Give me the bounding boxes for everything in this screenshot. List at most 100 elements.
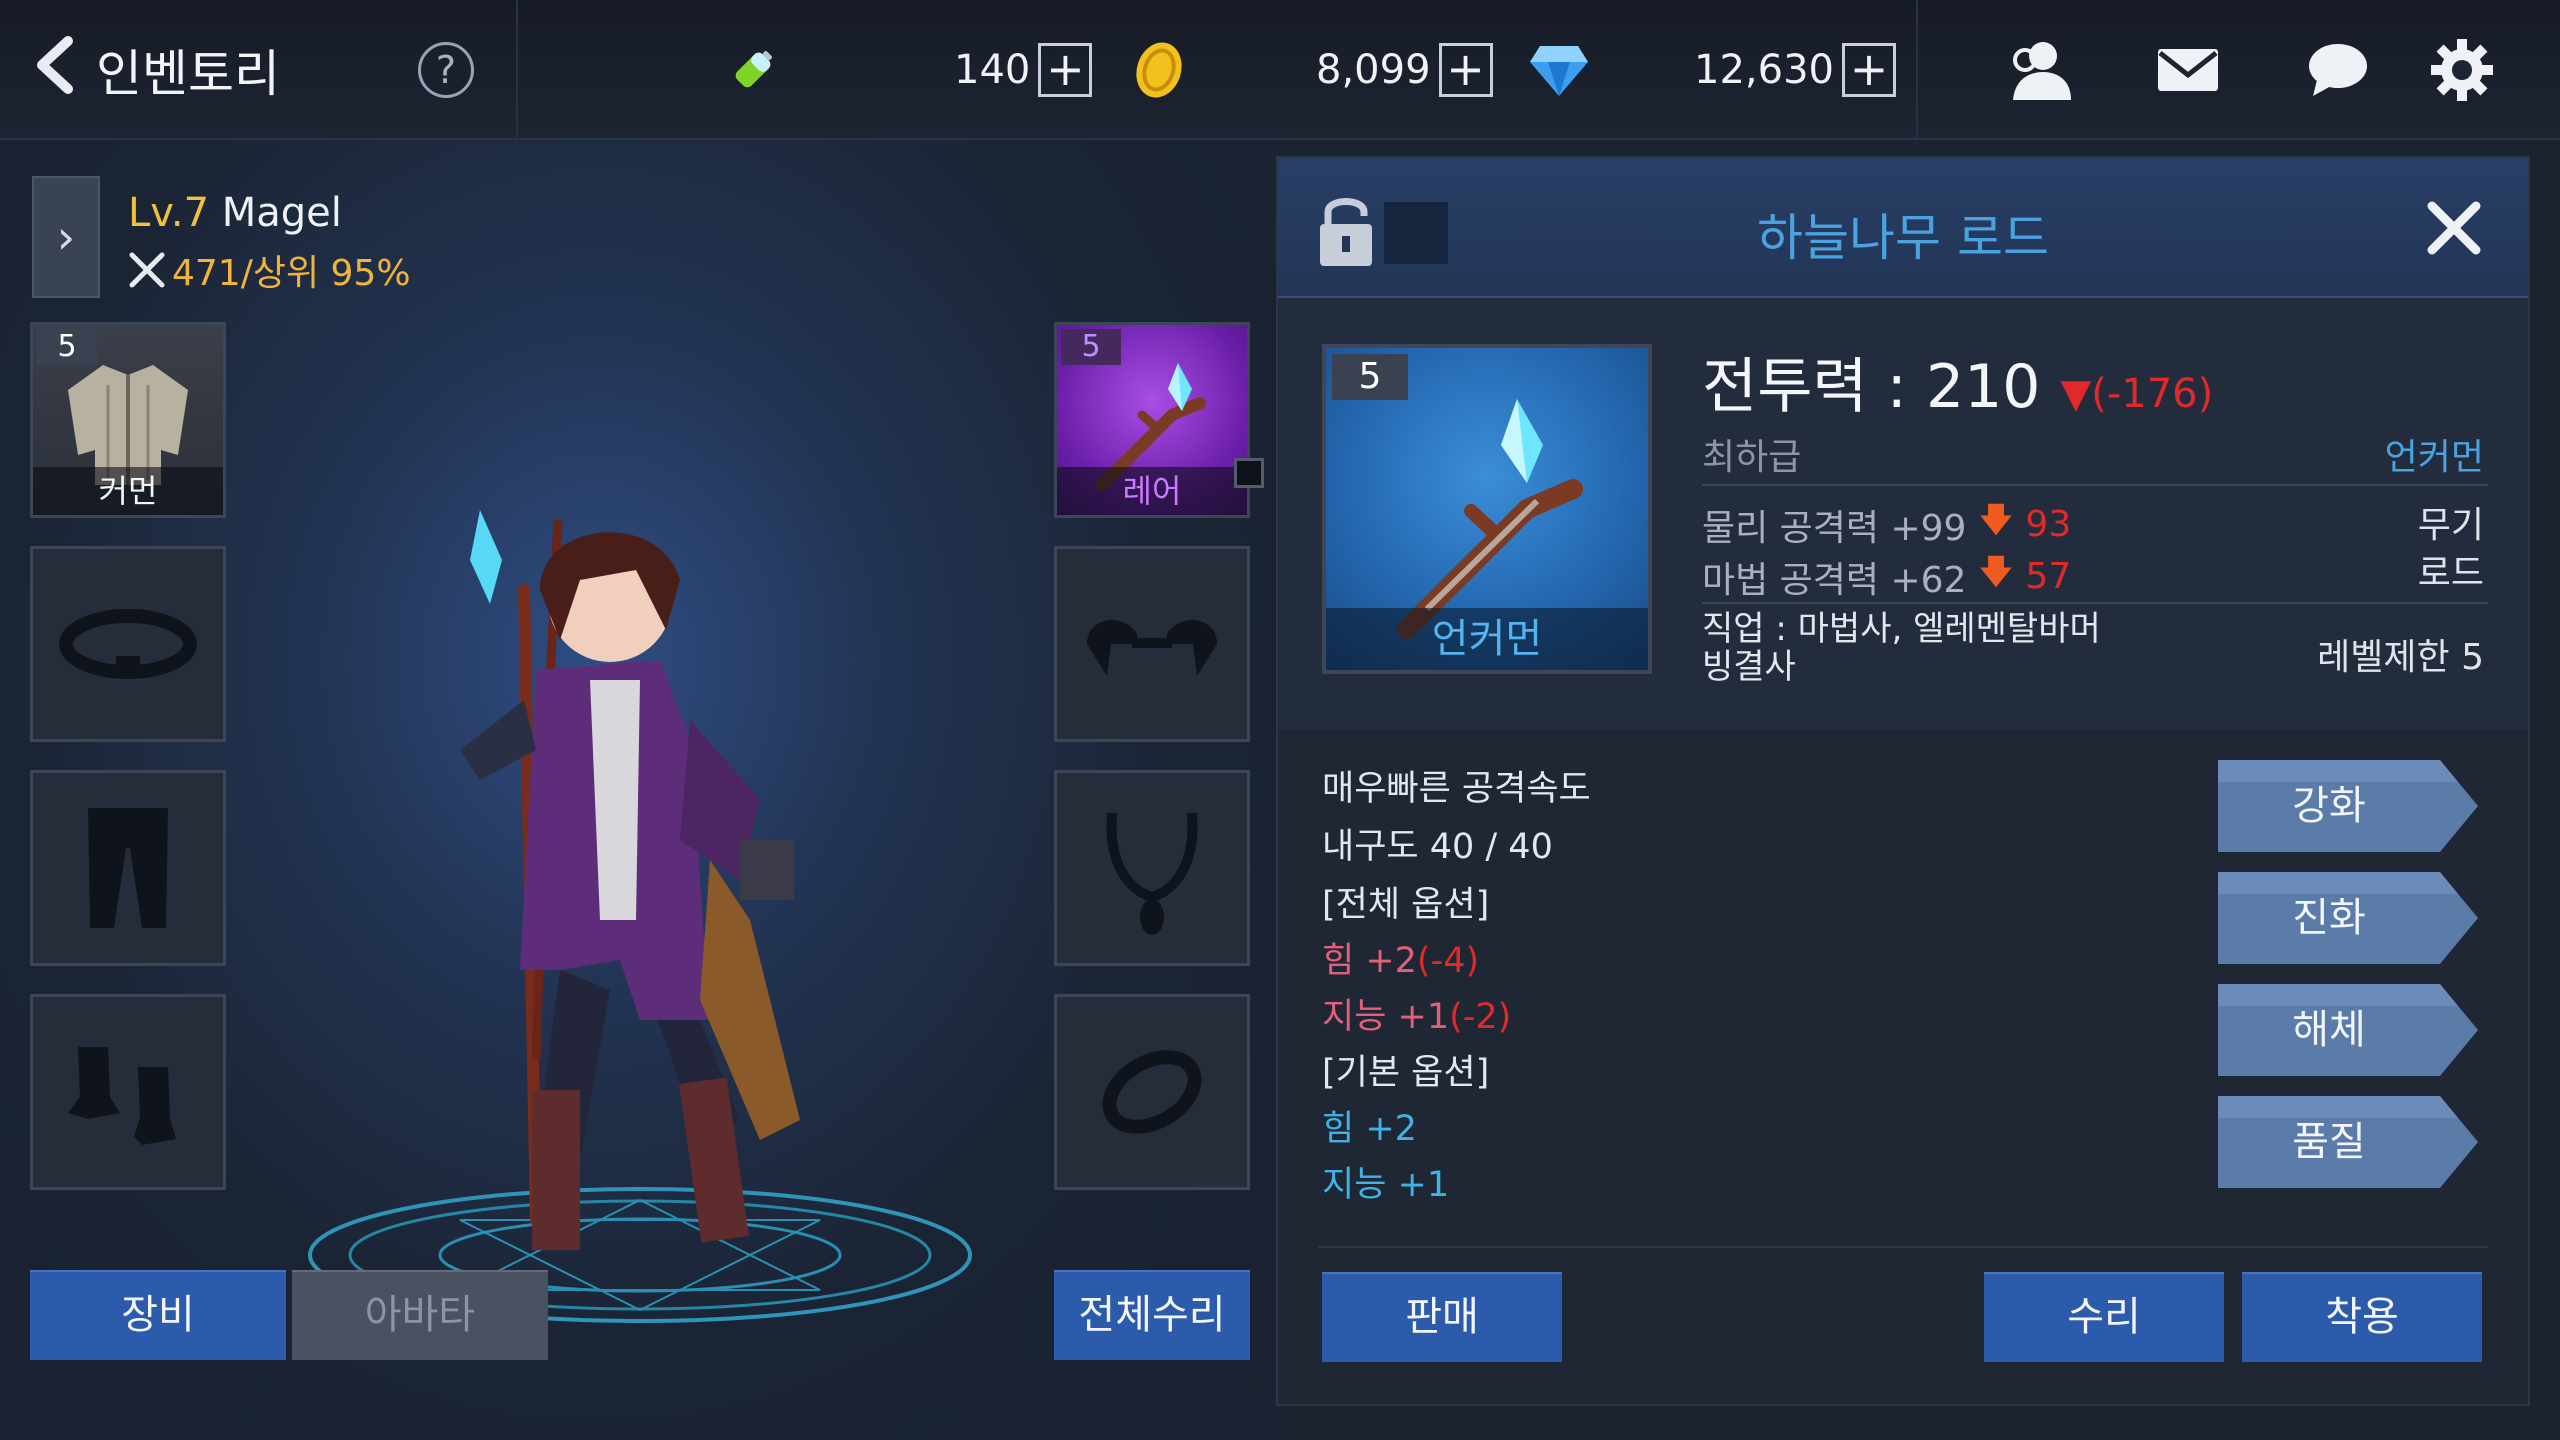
all-options-header: [전체 옵션] — [1322, 885, 1490, 925]
divider — [1702, 602, 2488, 604]
quality-button[interactable]: 품질 — [2218, 1096, 2478, 1188]
item-detail-panel: 하늘나무 로드 5 언커먼 전투력 : 210 ▼(-176) 최하급 언커먼 … — [1276, 156, 2530, 1406]
enhance-label: 강화 — [2292, 783, 2366, 829]
combat-power-value: 전투력 : 210 — [1702, 352, 2041, 422]
character-power: 471/상위 95% — [128, 244, 411, 296]
base-options-header: [기본 옵션] — [1322, 1053, 1490, 1093]
item-quality: 최하급 — [1702, 437, 1802, 478]
level-requirement: 레벨제한 5 — [2317, 637, 2484, 678]
pants-icon — [33, 773, 223, 963]
durability: 내구도 40 / 40 — [1322, 827, 1553, 867]
ring-slot[interactable] — [1054, 994, 1250, 1190]
repair-button[interactable]: 수리 — [1984, 1272, 2224, 1362]
stamina-display: 140 + — [720, 32, 1093, 108]
add-gem-button[interactable]: + — [1841, 43, 1896, 97]
weapon-level-badge: 5 — [1061, 329, 1121, 365]
item-subtype: 로드 — [2417, 553, 2484, 594]
all-option-int-value: 지능 +1 — [1322, 997, 1450, 1037]
stamina-amount: 140 — [954, 47, 1031, 93]
necklace-icon — [1057, 773, 1247, 963]
avatar-tab[interactable]: 아바타 — [292, 1270, 548, 1360]
character-power-value: 471/상위 95% — [172, 253, 411, 294]
character-level: Lv.7 — [128, 190, 210, 236]
character-level-name: Lv.7 Magel — [128, 190, 342, 236]
armor-grade-label: 커먼 — [33, 467, 223, 515]
magic-attack-stat: 마법 공격력 +62 🡇 57 — [1702, 548, 2071, 605]
friends-icon[interactable] — [1998, 28, 2082, 112]
gem-icon — [1526, 37, 1592, 103]
pants-slot[interactable] — [30, 770, 226, 966]
magic-attack-diff: 57 — [2025, 556, 2072, 597]
gem-amount: 12,630 — [1694, 47, 1834, 93]
combat-power-change: ▼(-176) — [2060, 371, 2214, 417]
expand-character-button[interactable]: › — [32, 176, 100, 298]
divider — [1702, 484, 2488, 486]
quality-label: 품질 — [2292, 1119, 2366, 1165]
gold-coin-icon — [1126, 37, 1192, 103]
boots-icon — [33, 997, 223, 1187]
top-bar: 인벤토리 ? 140 + 8,099 + 12,630 + — [0, 0, 2560, 140]
base-option-int: 지능 +1 — [1322, 1165, 1450, 1205]
weapon-lock-indicator — [1234, 458, 1264, 488]
item-detail-header: 하늘나무 로드 — [1278, 158, 2528, 298]
down-arrow-icon: 🡇 — [1978, 552, 2014, 592]
evolve-button[interactable]: 진화 — [2218, 872, 2478, 964]
divider — [1318, 1246, 2488, 1248]
physical-attack-stat: 물리 공격력 +99 🡇 93 — [1702, 496, 2071, 553]
character-name: Magel — [221, 190, 342, 236]
character-model — [460, 510, 800, 1250]
all-option-int-diff: (-2) — [1449, 997, 1512, 1037]
help-icon[interactable]: ? — [418, 42, 474, 98]
ring-icon — [1057, 997, 1247, 1187]
armor-slot[interactable]: 5 커먼 — [30, 322, 226, 518]
equipment-tab[interactable]: 장비 — [30, 1270, 286, 1360]
attack-speed: 매우빠른 공격속도 — [1322, 769, 1591, 809]
item-type: 무기 — [2417, 505, 2484, 546]
weapon-grade-label: 레어 — [1057, 467, 1247, 515]
item-grade-label: 언커먼 — [1326, 608, 1648, 670]
repair-all-button[interactable]: 전체수리 — [1054, 1270, 1250, 1360]
dismantle-label: 해체 — [2292, 1007, 2366, 1053]
gem-display: 12,630 + — [1526, 32, 1896, 108]
necklace-slot[interactable] — [1054, 770, 1250, 966]
physical-attack-diff: 93 — [2025, 504, 2072, 545]
back-chevron-icon — [30, 35, 76, 106]
belt-slot[interactable] — [30, 546, 226, 742]
shoulder-guard-icon — [1057, 549, 1247, 739]
item-rarity: 언커먼 — [2384, 437, 2484, 478]
crossed-swords-icon — [129, 252, 165, 288]
divider — [1916, 0, 1918, 138]
weapon-slot[interactable]: 5 레어 — [1054, 322, 1250, 518]
all-option-str-diff: (-4) — [1416, 941, 1480, 981]
add-stamina-button[interactable]: + — [1038, 43, 1093, 97]
job-line: 직업 : 마법사, 엘레멘탈바머 — [1702, 609, 2101, 649]
item-icon-slot: 5 언커먼 — [1322, 344, 1652, 674]
add-gold-button[interactable]: + — [1438, 43, 1493, 97]
job-line: 빙결사 — [1702, 647, 1796, 687]
dismantle-button[interactable]: 해체 — [2218, 984, 2478, 1076]
all-option-str-value: 힘 +2 — [1322, 941, 1417, 981]
equip-button[interactable]: 착용 — [2242, 1272, 2482, 1362]
chat-icon[interactable] — [2296, 28, 2380, 112]
back-button[interactable]: 인벤토리 — [30, 30, 280, 110]
stamina-battery-icon — [720, 37, 786, 103]
shoulder-slot[interactable] — [1054, 546, 1250, 742]
divider — [516, 0, 518, 138]
item-level-badge: 5 — [1332, 354, 1408, 400]
magic-attack-value: 마법 공격력 +62 — [1702, 559, 1967, 601]
enhance-button[interactable]: 강화 — [2218, 760, 2478, 852]
armor-level-badge: 5 — [37, 329, 97, 365]
evolve-label: 진화 — [2292, 895, 2366, 941]
base-option-str: 힘 +2 — [1322, 1109, 1417, 1149]
sell-button[interactable]: 판매 — [1322, 1272, 1562, 1362]
all-option-int: 지능 +1(-2) — [1322, 988, 1511, 1039]
combat-power: 전투력 : 210 ▼(-176) — [1702, 338, 2213, 425]
gold-display: 8,099 + — [1126, 32, 1493, 108]
page-title: 인벤토리 — [96, 45, 280, 103]
boots-slot[interactable] — [30, 994, 226, 1190]
belt-icon — [33, 549, 223, 739]
down-arrow-icon: 🡇 — [1978, 500, 2014, 540]
mail-icon[interactable] — [2146, 28, 2230, 112]
settings-gear-icon[interactable] — [2420, 28, 2504, 112]
close-icon[interactable] — [2414, 188, 2494, 268]
